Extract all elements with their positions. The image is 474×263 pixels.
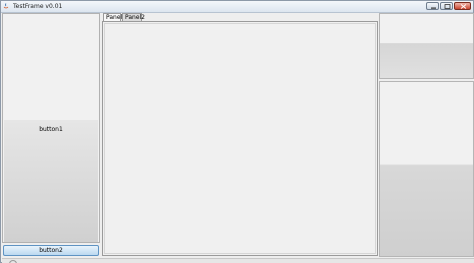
status-strip <box>2 258 474 263</box>
title-bar[interactable]: TestFrame v0.01 <box>1 1 473 13</box>
button2[interactable]: button2 <box>3 245 99 256</box>
tab-panel2[interactable]: Panel2 <box>122 13 145 21</box>
content-pane: button1 button2 Panel1 Panel2 <box>2 13 474 263</box>
right-bottom-panel[interactable] <box>379 81 474 257</box>
java-icon <box>3 3 9 9</box>
button1-label: button1 <box>39 126 63 133</box>
window-title: TestFrame v0.01 <box>13 3 63 10</box>
close-icon[interactable] <box>454 2 471 10</box>
button1[interactable]: button1 <box>4 120 98 242</box>
maximize-icon[interactable] <box>440 2 453 10</box>
tab-panel1[interactable]: Panel1 <box>103 13 126 21</box>
minimize-icon[interactable] <box>426 2 439 10</box>
right-top-panel[interactable] <box>379 13 474 79</box>
left-panel: button1 <box>2 13 100 243</box>
window-controls <box>425 2 471 11</box>
application-window: TestFrame v0.01 button1 button2 Panel1 P… <box>0 0 474 263</box>
tab-content-inner <box>104 23 376 254</box>
tab-content-panel1 <box>102 21 378 256</box>
